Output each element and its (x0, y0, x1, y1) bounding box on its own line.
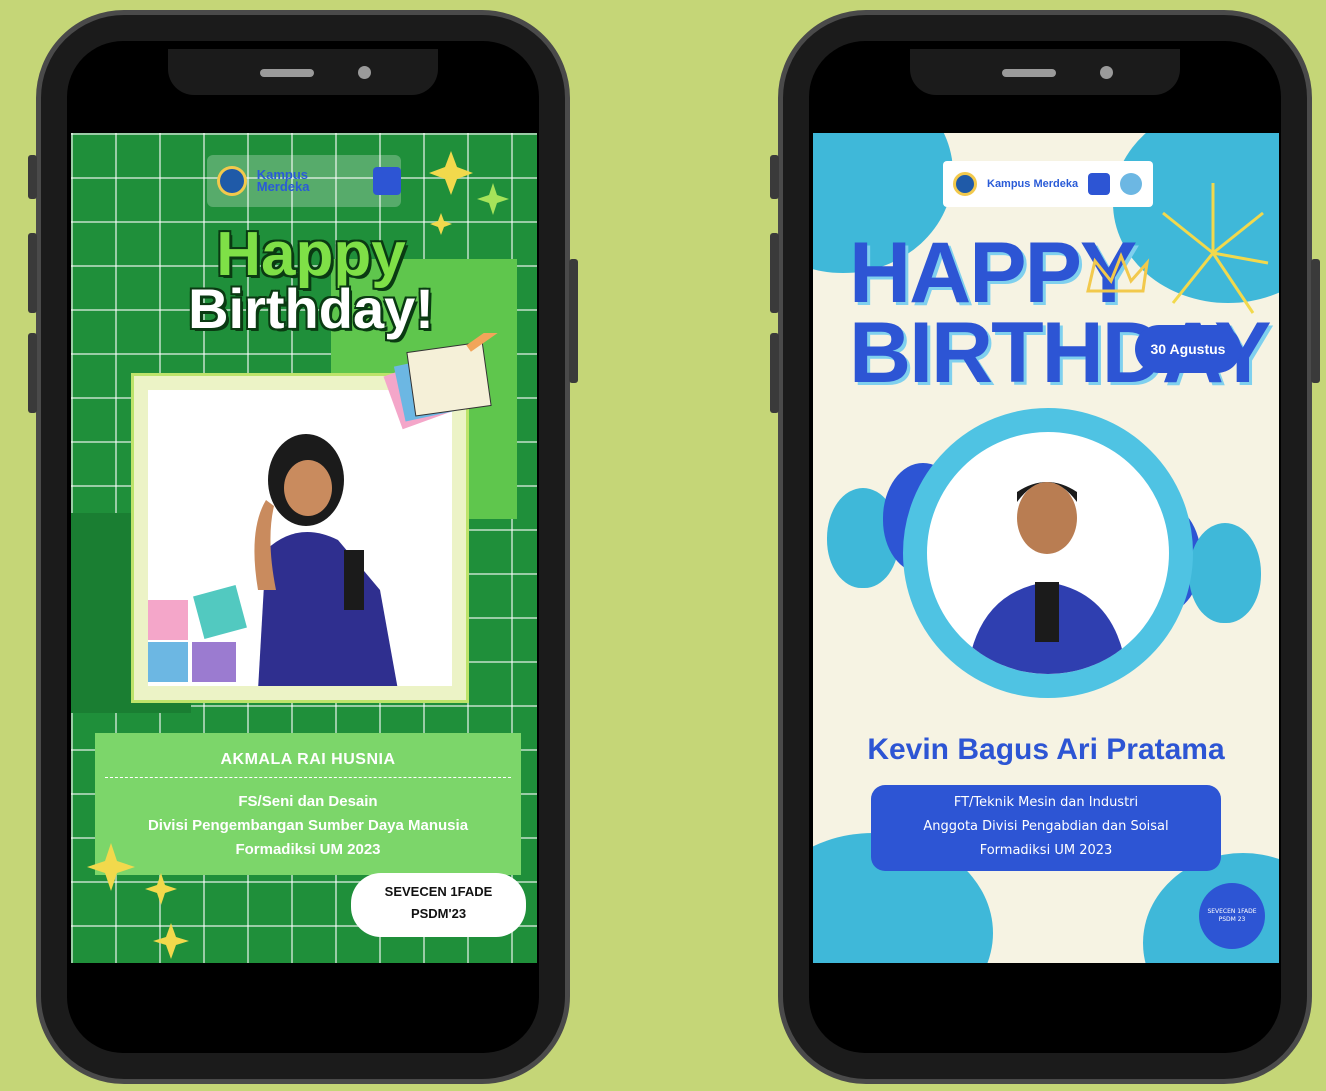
tag-line-2: PSDM'23 (410, 906, 467, 921)
speech-bubble: SEVECEN 1FADE PSDM'23 (351, 873, 526, 937)
person-illustration (967, 482, 1127, 674)
title-line-1: Happy (216, 220, 406, 289)
happy-birthday-title: Happy Birthday! (121, 220, 501, 340)
org-text: Formadiksi UM 2023 (979, 843, 1113, 858)
org-logo-icon (1088, 173, 1111, 195)
sparkle-icon (87, 843, 189, 959)
person-name: Kevin Bagus Ari Pratama (867, 733, 1225, 766)
side-button (28, 333, 37, 413)
partner-logos: Kampus Merdeka (207, 155, 401, 207)
notch (910, 49, 1180, 95)
balloon-icon (1189, 523, 1261, 623)
side-button (770, 233, 779, 313)
speaker (1002, 69, 1056, 77)
notch (168, 49, 438, 95)
tag-line-1: SEVECEN 1FADE (384, 884, 493, 899)
power-button (569, 259, 578, 383)
portrait-photo (148, 390, 452, 686)
side-button (28, 233, 37, 313)
faculty-text: FT/Teknik Mesin dan Industri (953, 795, 1139, 810)
university-logo-icon (953, 172, 977, 196)
puzzle-pieces-icon (148, 585, 258, 686)
division-text: Anggota Divisi Pengabdian dan Soisal (923, 819, 1169, 834)
university-logo-icon (217, 166, 247, 196)
side-button (770, 333, 779, 413)
side-button (28, 155, 37, 199)
phone-left: Kampus Merdeka Happy Birthday! AKMALA RA… (28, 10, 578, 1084)
crown-icon (1086, 251, 1150, 293)
birthday-poster-left: Kampus Merdeka Happy Birthday! AKMALA RA… (71, 133, 537, 963)
date-badge: 30 Agustus (1135, 325, 1241, 373)
speaker (260, 69, 314, 77)
camera-dot (358, 66, 371, 79)
kampus-merdeka-logo: Kampus Merdeka (987, 178, 1079, 190)
badge-line-2: PSDM 23 (1218, 916, 1246, 923)
power-button (1311, 259, 1320, 383)
divider (105, 777, 511, 778)
camera-dot (1100, 66, 1113, 79)
portrait-ring (903, 408, 1193, 698)
org-badge: SEVECEN 1FADE PSDM 23 (1199, 883, 1265, 949)
sketch-paper-icon (383, 333, 504, 430)
partner-logo-icon (1120, 173, 1143, 195)
info-box: FT/Teknik Mesin dan Industri Anggota Div… (871, 785, 1221, 871)
side-button (770, 155, 779, 199)
badge-line-1: SEVECEN 1FADE (1207, 908, 1257, 915)
title-line-2: Birthday! (188, 277, 434, 340)
kampus-merdeka-logo: Kampus Merdeka (256, 167, 310, 194)
phone-right: Kampus Merdeka HAPPY BIRTHDAY 30 Agustus… (770, 10, 1320, 1084)
person-name: AKMALA RAI HUSNIA (220, 751, 396, 768)
partner-logos: Kampus Merdeka (943, 161, 1153, 207)
birthday-poster-right: Kampus Merdeka HAPPY BIRTHDAY 30 Agustus… (813, 133, 1279, 963)
title-line-1: HAPPY (849, 225, 1137, 321)
org-logo-icon (373, 167, 401, 195)
faculty-text: FS/Seni dan Desain (238, 793, 378, 810)
